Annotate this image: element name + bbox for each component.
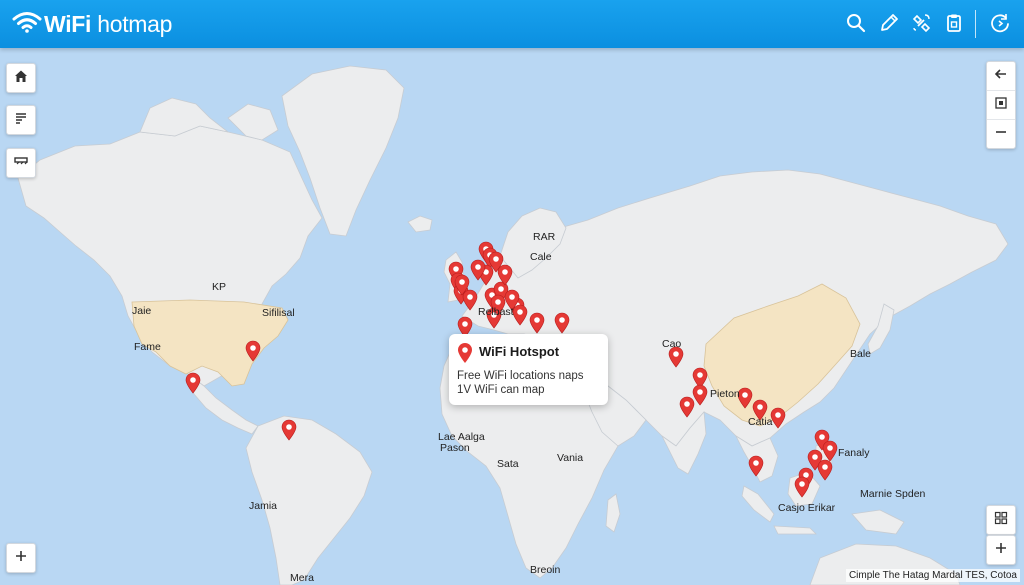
popup-subtext: 1V WiFi can map	[457, 384, 545, 396]
map-label-rar: RAR	[533, 231, 556, 243]
hotspot-pin[interactable]	[770, 407, 786, 429]
toolbar-divider	[975, 10, 976, 38]
app-title: WiFi hotmap	[44, 10, 173, 37]
zoom-in-icon	[13, 548, 29, 569]
map-label-mera: Mera	[290, 572, 314, 584]
map-pin-icon	[457, 342, 473, 364]
hotspot-pin[interactable]	[737, 387, 753, 409]
popup-description: Free WiFi locations naps	[457, 370, 584, 382]
map-label-fanaly: Fanaly	[838, 447, 870, 459]
hotspot-pin[interactable]	[817, 459, 833, 481]
layers-icon	[13, 110, 29, 131]
map-label-sifilisal: Sifilisal	[262, 307, 295, 319]
zoom-in-icon	[993, 540, 1009, 561]
pencil-icon[interactable]	[878, 12, 900, 34]
filter-icon	[13, 153, 29, 174]
hotspot-pin[interactable]	[529, 312, 545, 334]
hotspot-pin[interactable]	[668, 346, 684, 368]
map-label-cale: Cale	[530, 251, 552, 263]
map-label-bale: Bale	[850, 348, 872, 360]
map-label-kp: KP	[212, 281, 227, 293]
map-attribution: Cimple The Hatag Mardal TES, Cotoa	[845, 569, 1020, 582]
grid-icon	[993, 510, 1009, 531]
fit-view-icon	[993, 95, 1009, 116]
app-logo[interactable]: WiFi hotmap	[12, 10, 172, 38]
map-label-pieton: Pieton	[710, 388, 740, 400]
map-label-breoin: Breoin	[530, 564, 561, 576]
hotspot-pin[interactable]	[554, 312, 570, 334]
hotspot-pin[interactable]	[462, 289, 478, 311]
hotspot-pin[interactable]	[692, 384, 708, 406]
view-controls	[986, 61, 1016, 149]
zoom-in-button[interactable]	[986, 535, 1016, 565]
map-label-casjo-erikar: Casjo Erikar	[778, 502, 836, 514]
popup-title: WiFi Hotspot	[479, 344, 560, 359]
filter-button[interactable]	[6, 148, 36, 178]
home-icon	[13, 68, 29, 89]
map-label-jamia: Jamia	[249, 500, 278, 512]
map-label-jaie: Jaie	[132, 305, 152, 317]
wifi-icon	[12, 11, 42, 38]
back-arrow-icon	[993, 66, 1009, 87]
back-button[interactable]	[987, 62, 1015, 91]
map-label-fame: Fame	[134, 341, 161, 353]
clipboard-icon[interactable]	[943, 12, 965, 34]
fit-view-button[interactable]	[987, 91, 1015, 120]
hotspot-pin[interactable]	[512, 304, 528, 326]
map-label-relbast: Relbast	[478, 306, 514, 318]
hotspot-pin[interactable]	[679, 396, 695, 418]
zoom-in-left-button[interactable]	[6, 543, 36, 573]
zoom-out-icon	[993, 124, 1009, 145]
hotspot-pin[interactable]	[245, 340, 261, 362]
refresh-icon[interactable]	[989, 12, 1011, 34]
hotspot-popup[interactable]: WiFi Hotspot Free WiFi locations naps 1V…	[449, 334, 608, 405]
map-label-vania: Vania	[557, 452, 584, 464]
header-bar: WiFi hotmap	[0, 0, 1024, 48]
hotspot-pin[interactable]	[794, 476, 810, 498]
layers-button[interactable]	[6, 105, 36, 135]
grid-button[interactable]	[986, 505, 1016, 535]
map-label-catia: Catia	[748, 416, 773, 428]
hotspot-pin[interactable]	[281, 419, 297, 441]
hotspot-pin[interactable]	[185, 372, 201, 394]
map-label-marnie-spden: Marnie Spden	[860, 488, 926, 500]
satellite-icon[interactable]	[910, 12, 932, 34]
hotspot-pin[interactable]	[748, 455, 764, 477]
home-button[interactable]	[6, 63, 36, 93]
map-label-pason: Pason	[440, 442, 470, 454]
search-icon[interactable]	[845, 12, 867, 34]
map-label-cao: Cao	[662, 338, 682, 350]
zoom-out-button[interactable]	[987, 120, 1015, 148]
hotspot-pin[interactable]	[822, 440, 838, 462]
map-label-sata: Sata	[497, 458, 519, 470]
